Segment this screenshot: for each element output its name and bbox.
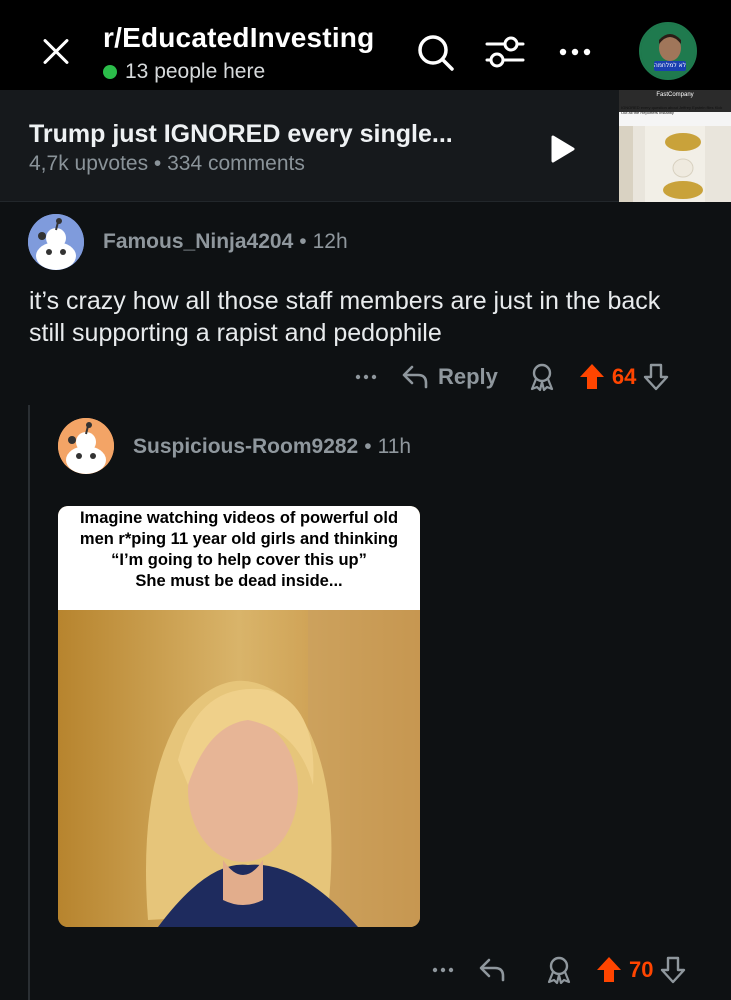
comment-author: Suspicious-Room9282 • 11h <box>133 435 411 459</box>
meta-separator: • <box>299 230 307 253</box>
author-name[interactable]: Suspicious-Room9282 <box>133 435 358 458</box>
comment-author: Famous_Ninja4204 • 12h <box>103 230 348 254</box>
author-name[interactable]: Famous_Ninja4204 <box>103 230 293 253</box>
award-icon[interactable] <box>545 955 573 985</box>
post-meta: 4,7k upvotes • 334 comments <box>29 152 305 175</box>
filter-icon[interactable] <box>483 30 527 74</box>
reply-button[interactable] <box>477 956 515 984</box>
reply-button[interactable]: Reply <box>400 363 498 391</box>
upvote-arrow-icon[interactable] <box>578 362 606 392</box>
downvote-arrow-icon[interactable] <box>642 362 670 392</box>
meta-separator: • <box>364 435 372 458</box>
post-thumbnail[interactable]: FastCompany IGNORED every question about… <box>619 90 731 202</box>
close-icon[interactable] <box>36 32 76 72</box>
thumbnail-brand: FastCompany <box>656 92 694 98</box>
post-title[interactable]: Trump just IGNORED every single... <box>29 120 453 149</box>
meme-caption-line: men r*ping 11 year old girls and thinkin… <box>79 530 399 548</box>
more-horizontal-icon[interactable] <box>553 30 597 74</box>
comment-image[interactable]: Imagine watching videos of powerful old … <box>58 506 420 927</box>
comment-actions: Reply 64 <box>350 357 670 397</box>
meme-caption-line: Imagine watching videos of powerful old <box>79 509 399 527</box>
subreddit-name[interactable]: r/EducatedInvesting <box>103 22 374 54</box>
award-icon[interactable] <box>528 362 556 392</box>
vote-control: 64 <box>578 362 670 392</box>
reply-label: Reply <box>438 364 498 389</box>
comment-body: it’s crazy how all those staff members a… <box>29 287 661 347</box>
more-horizontal-icon[interactable] <box>350 361 382 393</box>
reply-arrow-icon <box>479 958 505 982</box>
online-count: 13 people here <box>125 60 266 83</box>
downvote-arrow-icon[interactable] <box>659 955 687 985</box>
thumbnail-headline: IGNORED every question about Jeffrey Eps… <box>621 105 723 115</box>
search-icon[interactable] <box>413 30 457 74</box>
commenter-avatar[interactable] <box>28 214 84 270</box>
top-bar: r/EducatedInvesting 13 people here לא למ… <box>0 0 731 90</box>
user-avatar[interactable]: לא למלחמה <box>639 22 697 80</box>
post-summary[interactable]: Trump just IGNORED every single... 4,7k … <box>0 90 731 202</box>
vote-control: 70 <box>595 955 687 985</box>
avatar-badge-text: לא למלחמה <box>653 62 687 69</box>
comment-age: 12h <box>312 230 348 253</box>
thread-line[interactable] <box>28 405 30 1000</box>
online-dot-icon <box>103 65 117 79</box>
more-horizontal-icon[interactable] <box>427 954 459 986</box>
comment-age: 11h <box>377 435 412 458</box>
reply-arrow-icon <box>402 365 428 389</box>
upvote-arrow-icon[interactable] <box>595 955 623 985</box>
meme-caption: Imagine watching videos of powerful old … <box>58 506 420 610</box>
commenter-avatar[interactable] <box>58 418 114 474</box>
online-indicator: 13 people here <box>103 60 265 84</box>
vote-count: 64 <box>611 364 637 389</box>
meme-photo <box>58 610 420 927</box>
meme-caption-line: “I’m going to help cover this up” <box>111 551 367 569</box>
vote-count: 70 <box>629 957 654 982</box>
meme-caption-line: She must be dead inside... <box>135 572 343 590</box>
comment-actions: 70 <box>427 950 687 990</box>
play-icon[interactable] <box>547 134 577 164</box>
